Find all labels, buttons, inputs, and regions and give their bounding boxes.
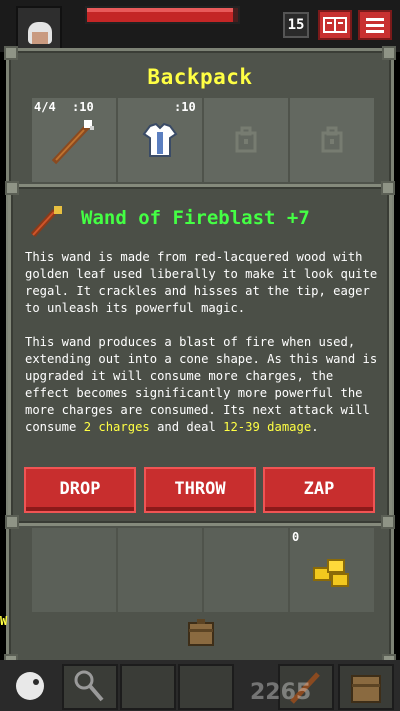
empty-ring-slot-icon [204,98,288,182]
backpack-icon [351,675,381,703]
wand-icon [32,98,116,182]
bottom-toolbar [0,660,400,711]
item-lore: This wand is made from red-lacquered woo… [25,250,378,315]
inventory-slot[interactable] [118,528,202,612]
menu-icon [366,18,384,33]
journal-icon [323,17,347,33]
weapon-slot[interactable]: 4/4 :10 [32,98,116,182]
wand-of-fireblast-icon [27,201,67,241]
quickslot[interactable] [120,664,176,710]
effect-text: . [311,420,319,434]
charges-highlight: 2 charges [83,420,150,434]
window-corner [4,46,18,60]
artifact-slot[interactable] [290,98,374,182]
armor-slot[interactable]: :10 [118,98,202,182]
inventory-button[interactable] [338,664,394,710]
gold-slot[interactable]: 0 [290,528,374,612]
ring-slot[interactable] [204,98,288,182]
cloth-armor-icon [118,98,202,182]
watermark: 2265 [250,680,312,705]
wait-button[interactable] [10,664,50,704]
health-bar [85,6,240,24]
item-effect: This wand produces a blast of fire when … [25,334,383,436]
window-corner [382,46,396,60]
damage-highlight: 12-39 damage [223,420,312,434]
health-bar-shine [87,8,234,12]
empty-artifact-slot-icon [290,98,374,182]
journal-button[interactable] [318,10,352,40]
throw-button[interactable]: THROW [144,467,256,513]
gold-icon [290,528,374,612]
window-corner [5,181,19,195]
search-button[interactable] [62,664,118,710]
window-corner [5,515,19,529]
hero-portrait[interactable] [16,6,62,52]
window-corner [381,515,395,529]
window-corner [381,181,395,195]
hero-face [32,32,48,44]
quickslot[interactable] [178,664,234,710]
backpack-title: Backpack [147,65,253,89]
item-title: Wand of Fireblast +7 [81,207,310,229]
effect-text: and deal [149,420,224,434]
inventory-slot[interactable] [32,528,116,612]
item-description: This wand is made from red-lacquered woo… [25,249,383,453]
side-log-text: W [0,614,8,628]
item-info-window: Wand of Fireblast +7 This wand is made f… [5,181,395,529]
top-hud: 15 [0,0,400,52]
search-icon [74,670,104,702]
menu-button[interactable] [358,10,392,40]
depth-indicator: 15 [283,12,309,38]
wait-icon [16,672,44,700]
zap-button[interactable]: ZAP [263,467,375,513]
inventory-slot[interactable] [204,528,288,612]
drop-button[interactable]: DROP [24,467,136,513]
bag-tab-icon[interactable] [187,617,215,647]
